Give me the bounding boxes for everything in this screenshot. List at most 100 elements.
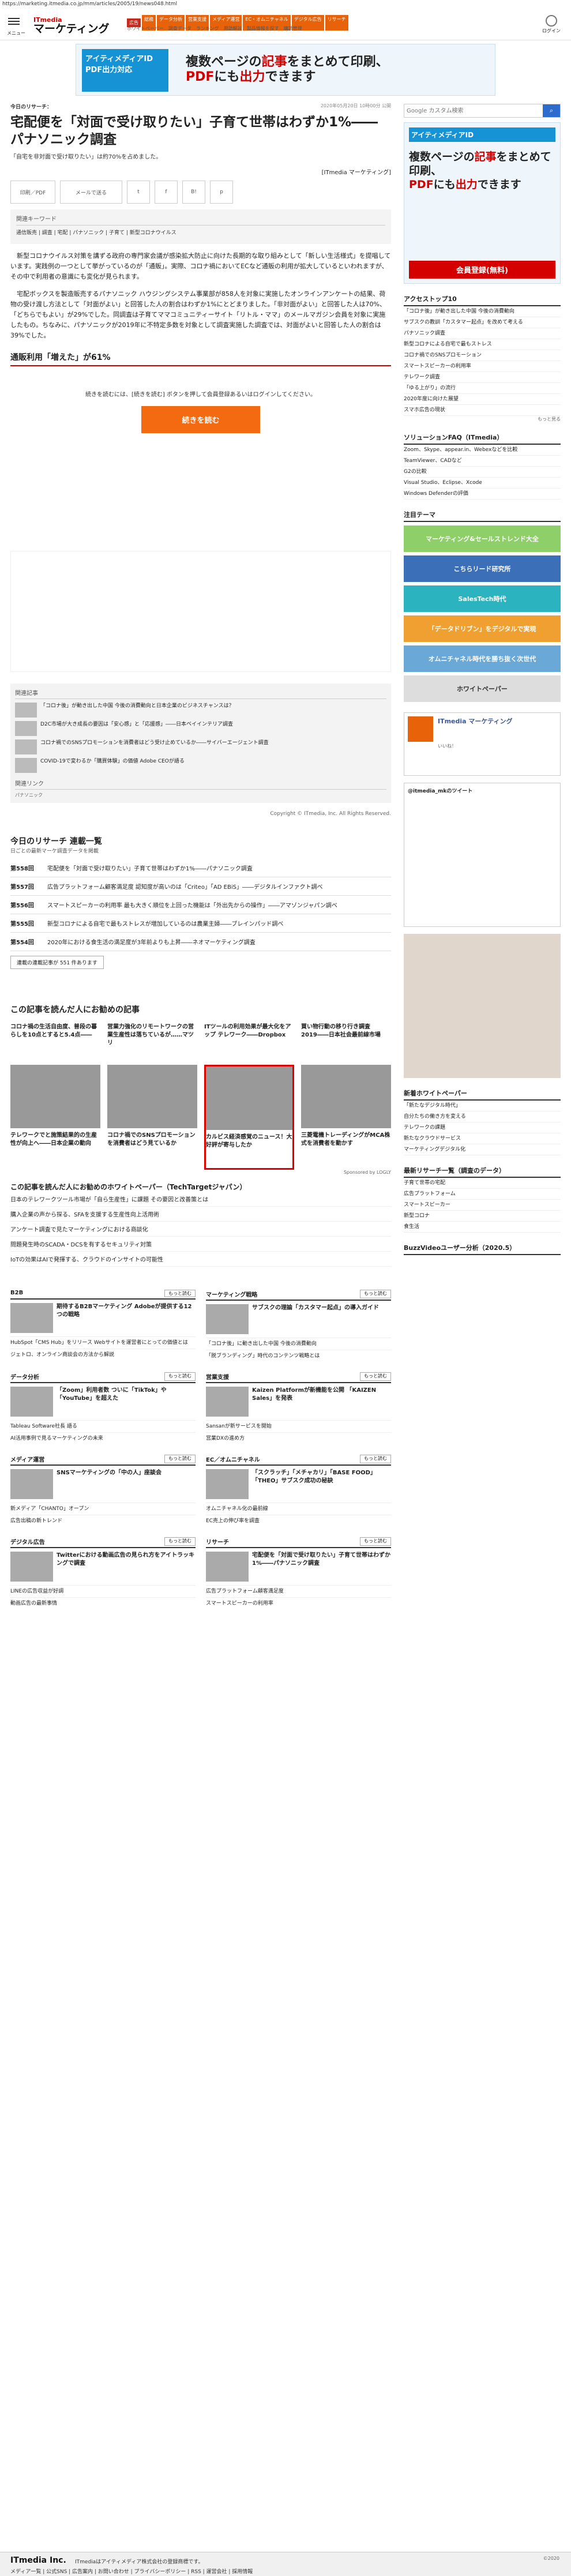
list-item[interactable]: 新型コロナ [404, 1211, 561, 1222]
recommend-card[interactable]: コロナ禍でのSNSプロモーションを消費者はどう見ているか [107, 1065, 197, 1170]
list-item[interactable]: 購入企業の声から探る、SFAを支援する生産性向上活用術 [10, 1207, 391, 1222]
recommend-card[interactable]: 買い物行動の移り行き調査2019――日本社会最前線市場 [301, 1020, 391, 1058]
recommend-grid: コロナ禍の生活自由度、普段の暮らしを10点とすると5.4点―― 営業力強化のリモ… [10, 1020, 391, 1170]
list-item[interactable]: COVID-19で変わるか「購買体験」の価値 Adobe CEOが語る [15, 758, 386, 773]
subnav-ranking[interactable]: ランキング [196, 25, 219, 32]
ranking-more-button[interactable]: 連載の連載記事が 551 件あります [10, 956, 104, 969]
banner-label: アイティメディアID PDF出力対応 [82, 49, 168, 92]
list-item[interactable]: IoTの効果はAIで発揮する、クラウドのインサイトの可能性 [10, 1252, 391, 1267]
paywall-text: 続きを読むには、[続きを読む] ボタンを押して会員登録あるいはログインしてくださ… [85, 392, 317, 398]
list-item[interactable]: 新型コロナによる自宅で最もストレス [404, 339, 561, 350]
list-item[interactable]: 「コロナ後」が動き出した中国 今後の消費動向と日本企業のビジネスチャンスは？ [15, 703, 386, 718]
subnav-products[interactable]: 製品情報を探す [247, 25, 279, 32]
tab-research[interactable]: リサーチ [325, 15, 348, 31]
list-item[interactable]: D2C市場が大き成長の要因は「安心感」と「応援感」――日本ベイインテリア調査 [15, 721, 386, 736]
subnav-glossary[interactable]: 用語解説 [224, 25, 242, 32]
list-item[interactable]: 自分たちの働き方を変える [404, 1111, 561, 1122]
recommend-card[interactable]: 三菱電機トレーディングがMCA株式を消費者を動かす [301, 1065, 391, 1170]
list-item[interactable]: 日本のテレワークツール市場が「自ら生産性」に課題 その要因と改善策とは [10, 1192, 391, 1207]
footer-logo[interactable]: ITmedia Inc. [10, 2556, 66, 2565]
paragraph: 宅配ボックスを製造販売するパナソニック ハウジングシステム事業部が858人を対象… [10, 290, 386, 339]
related-link[interactable]: パナソニック [15, 792, 386, 798]
list-item[interactable]: G2の比較 [404, 467, 561, 478]
page-name[interactable]: ITmedia マーケティング [438, 716, 557, 726]
search-icon[interactable]: ⌕ [543, 104, 560, 117]
list-item[interactable]: サブスクの教訓「カスタマー起点」を改めて考える [404, 317, 561, 328]
image-ad[interactable] [404, 934, 561, 1078]
subnav-data[interactable]: 調査データ [168, 25, 191, 32]
whitepaper-title: この記事を読んだ人にお勧めのホワイトペーパー（TechTargetジャパン） [10, 1183, 247, 1191]
twitter-title[interactable]: @itmedia_mkのツイート [408, 788, 472, 794]
hatena-icon[interactable]: B! [182, 181, 205, 204]
footer-menu[interactable]: メディア一覧 | 公式SNS | 広告案内 | お問い合わせ | プライバシーポ… [10, 2567, 253, 2575]
subnav-whitepaper[interactable]: ホワイトペーパー [127, 25, 164, 32]
list-item[interactable]: パナソニック調査 [404, 328, 561, 339]
more-link[interactable]: もっと見る [404, 416, 561, 422]
list-item[interactable]: コロナ禍でのSNSプロモーションを消費者はどう受け止めているか――サイバーエージ… [15, 739, 386, 754]
sidebar-ad[interactable]: アイティメディアID 複数ページの記事をまとめて印刷、 PDFにも出力できます 会… [404, 122, 561, 284]
list-item[interactable]: スマホ広告の現状 [404, 405, 561, 416]
recommend-card[interactable]: コロナ禍の生活自由度、普段の暮らしを10点とすると5.4点―― [10, 1020, 100, 1058]
search-input[interactable] [404, 104, 543, 117]
sponsored-card[interactable]: カルビス経済感覚のニュース！大好評が寄与したか [204, 1065, 294, 1170]
list-item[interactable]: Windows Defenderの評価 [404, 489, 561, 500]
whitepaper-list: 日本のテレワークツール市場が「自ら生産性」に課題 その要因と改善策とは 購入企業… [10, 1192, 391, 1267]
register-button[interactable]: 会員登録(無料) [409, 261, 555, 279]
list-item[interactable]: Zoom、Skype、appear.in、Webexなどを比較 [404, 445, 561, 456]
list-item[interactable]: 食生活 [404, 1222, 561, 1233]
list-item[interactable]: TeamViewer、CADなど [404, 456, 561, 467]
print-pdf-button[interactable]: 印刷／PDF [10, 181, 55, 204]
subnav-subscription[interactable]: 購読管理 [284, 25, 302, 32]
like-button[interactable]: いいね！ [438, 743, 557, 749]
list-item[interactable]: 「ゆる上がり」の流行 [404, 383, 561, 394]
list-item[interactable]: 「コロナ後」が動き出した中国 今後の消費動向 [404, 306, 561, 317]
list-item[interactable]: 第556回 スマートスピーカーの利用率 最も大きく順位を上回った機能は「外出先から… [10, 896, 391, 914]
list-item[interactable]: スマートスピーカー [404, 1200, 561, 1211]
pick-banner[interactable]: マーケティング&セールストレンド大全 [404, 525, 561, 552]
list-item[interactable]: テレワーク調査 [404, 372, 561, 383]
ranking-title: 今日のリサーチ 連載一覧 [10, 837, 102, 846]
list-item[interactable]: 第554回 2020年における食生活の満足度が3年前よりも上昇――ネオマーケティン… [10, 933, 391, 951]
list-item[interactable]: 第555回 新型コロナによる自宅で最もストレスが増加しているのは農業主婦――ブレイ… [10, 914, 391, 933]
list-item[interactable]: 2020年度に向けた展望 [404, 394, 561, 405]
category-block: データ分析 もっと読む 「Zoom」利用者数 ついに「TikTok」や「YouTub… [10, 1372, 196, 1444]
twitter-icon[interactable]: t [127, 181, 150, 204]
list-item[interactable]: 第557回 広告プラットフォーム顧客満足度 認知度が高いのは「Criteo」「AD… [10, 877, 391, 896]
top-banner-ad[interactable]: アイティメディアID PDF出力対応 複数ページの記事をまとめて印刷、 PDFにも… [76, 44, 495, 96]
list-item[interactable]: スマートスピーカーの利用率 [404, 361, 561, 372]
ad-placeholder [10, 551, 391, 672]
main-column: 今日のリサーチ： 2020年05月20日 10時00分 公開 宅配便を「対面で受… [10, 99, 391, 1609]
list-item[interactable]: 広告プラットフォーム [404, 1189, 561, 1200]
list-item[interactable]: コロナ禍でのSNSプロモーション [404, 350, 561, 361]
keyword-list[interactable]: 通信販売 | 調査 | 宅配 | パナソニック | 子育て | 新型コロナウイル… [16, 228, 385, 236]
recommend-card[interactable]: 営業力強化のリモートワークの営業生産性は落ちているが……マツリ [107, 1020, 197, 1058]
list-item[interactable]: 第558回 宅配便を「対面で受け取りたい」子育て世帯はわずか1%――パナソニック調… [10, 859, 391, 877]
list-item[interactable]: アンケート調査で見たマーケティングにおける商談化 [10, 1222, 391, 1237]
list-item[interactable]: Visual Studio、Eclipse、Xcode [404, 478, 561, 489]
pick-banner[interactable]: SalesTech時代 [404, 585, 561, 612]
site-logo[interactable]: ITmedia マーケティング [33, 16, 109, 35]
hamburger-menu-icon[interactable] [8, 16, 20, 27]
pick-banner[interactable]: 「データドリブン」をデジタルで実現 [404, 615, 561, 642]
pick-banner[interactable]: オムニチャネル時代を勝ち抜く次世代 [404, 645, 561, 672]
recommend-card[interactable]: ITツールの利用効果が最大化をアップ テレワーク――Dropbox [204, 1020, 294, 1058]
pick-banner[interactable]: こちらリード研究所 [404, 555, 561, 582]
list-item[interactable]: テレワークの課題 [404, 1122, 561, 1133]
pick-banner[interactable]: ホワイトペーパー [404, 675, 561, 702]
list-item[interactable]: 新たなクラウドサービス [404, 1133, 561, 1144]
search-box: ⌕ [404, 104, 561, 118]
latest-research: 最新リサーチ一覧（調査のデータ） 子育て世帯の宅配 広告プラットフォーム スマー… [404, 1166, 561, 1233]
thumbnail [10, 1065, 100, 1128]
continue-reading-button[interactable]: 続きを読む [141, 406, 260, 433]
pocket-icon[interactable]: p [210, 181, 233, 204]
list-item[interactable]: 子育て世帯の宅配 [404, 1178, 561, 1189]
recommend-card[interactable]: テレワークでと施策結果的の生産性が向上へ――日本企業の動向 [10, 1065, 100, 1170]
list-item[interactable]: 問題発生時のSCADA・DCSを有するセキュリティ対策 [10, 1237, 391, 1252]
login-button[interactable]: ログイン [542, 15, 561, 34]
list-item[interactable]: マーケティングデジタル化 [404, 1144, 561, 1155]
list-item[interactable]: 「新たなデジタル時代」 [404, 1101, 561, 1111]
article-body: 新型コロナウイルス対策を講ずる政府の専門家会議が感染拡大防止に向けた長期的な取り… [10, 251, 391, 341]
buzzvideo: BuzzVideoユーザー分析（2020.5） [404, 1243, 561, 1255]
facebook-icon[interactable]: f [155, 181, 178, 204]
email-button[interactable]: メールで送る [60, 181, 122, 204]
